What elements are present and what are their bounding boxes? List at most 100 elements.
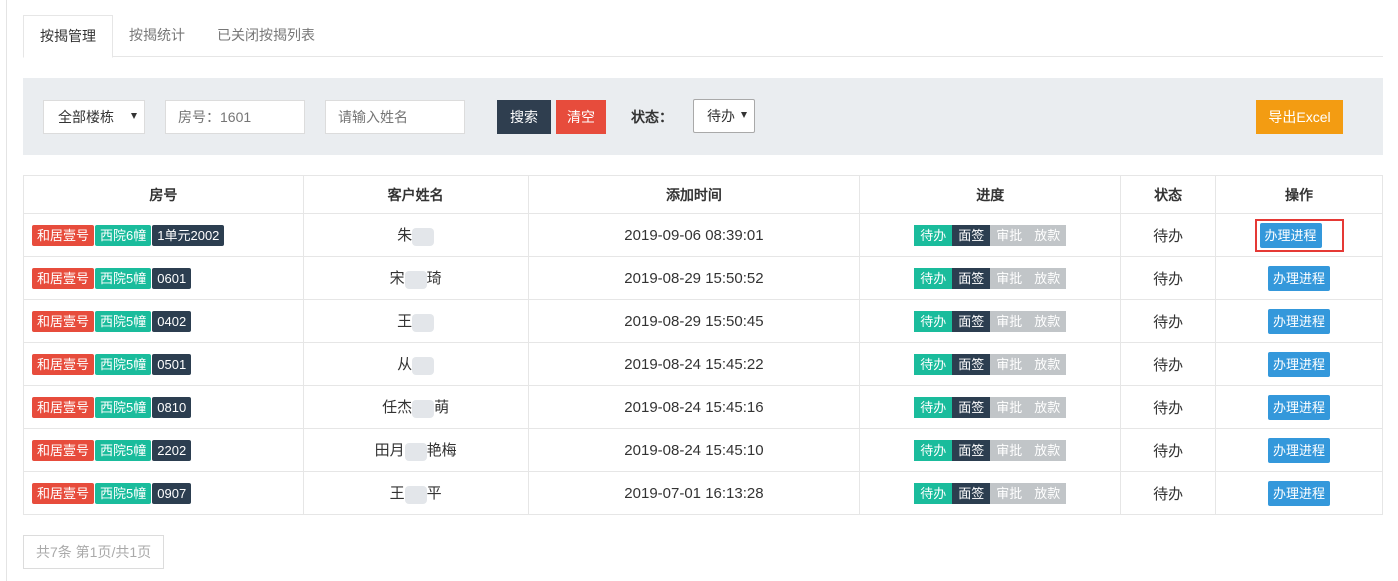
project-tag: 和居壹号 — [32, 482, 95, 504]
unit-tag: 0810 — [152, 396, 192, 418]
column-header-added-time: 添加时间 — [527, 175, 861, 214]
clear-button[interactable]: 清空 — [556, 100, 606, 134]
unit-tag: 0601 — [152, 267, 192, 289]
room-cell: 和居壹号 西院5幢 0810 — [23, 385, 304, 429]
status-filter-label: 状态： — [631, 109, 673, 125]
mortgage-table: 房号 客户姓名 添加时间 进度 状态 操作 和居壹号 西院6幢 1单元2002 朱 20… — [23, 175, 1383, 515]
table-row: 和居壹号 西院5幢 2202 田月 艳梅 2019-08-24 15:45:10 待办 面签审… — [23, 428, 1383, 472]
table-row: 和居壹号 西院5幢 0601 宋琦 2019-08-29 15:50:52 待办 面签 审批放… — [23, 256, 1383, 300]
column-header-actions: 操作 — [1215, 175, 1383, 214]
process-button[interactable]: 办理进程 — [1268, 394, 1331, 420]
status-cell: 待办 — [1120, 385, 1217, 429]
progress-step-pending: 待办 — [914, 267, 953, 289]
customer-name-visible-part: 朱 — [397, 227, 413, 245]
progress-step-signing: 面签 — [952, 353, 991, 375]
process-button[interactable]: 办理进程 — [1268, 480, 1331, 506]
caret-down-icon — [741, 112, 747, 118]
progress-step-approval: 审批 — [990, 224, 1029, 246]
action-wrap: 办理进程 — [1264, 261, 1334, 296]
status-cell: 待办 — [1120, 428, 1217, 472]
building-tag: 西院5幢 — [95, 482, 152, 504]
column-header-room: 房号 — [23, 175, 304, 214]
progress-steps: 待办 面签 审批 放款 — [914, 310, 1067, 332]
process-button[interactable]: 办理进程 — [1268, 265, 1331, 291]
building-select[interactable]: 全部楼栋 — [43, 100, 145, 134]
progress-step-approval: 审批 — [990, 482, 1029, 504]
progress-cell: 待办 面签 审批 放款 — [859, 385, 1122, 429]
progress-cell: 待办 面签 审批 放款 — [859, 213, 1122, 257]
progress-step-signing: 面签 — [952, 396, 991, 418]
progress-steps: 待办 面签 审批 放款 — [914, 224, 1067, 246]
progress-step-approval: 审批 — [990, 396, 1029, 418]
tab-mortgage-management[interactable]: 按揭管理 — [23, 15, 113, 58]
unit-tag: 0501 — [152, 353, 192, 375]
actions-cell: 办理进程 — [1215, 471, 1383, 515]
highlight-box: 办理进程 — [1254, 218, 1344, 252]
progress-cell: 待办 面签 审批 放款 — [859, 428, 1122, 472]
export-excel-button[interactable]: 导出Excel — [1256, 100, 1343, 134]
tab-closed-mortgage-list[interactable]: 已关闭按揭列表 — [201, 15, 331, 57]
customer-name-visible-part: 田月 — [374, 442, 405, 460]
customer-name-visible-part: 从 — [397, 356, 413, 374]
tab-mortgage-statistics[interactable]: 按揭统计 — [113, 15, 201, 57]
filter-bar: 全部楼栋 搜索 清空 状态： 待办 导出Excel — [23, 78, 1383, 155]
redaction-blur — [412, 356, 435, 375]
status-select[interactable]: 待办 — [693, 99, 755, 133]
unit-tag: 0402 — [152, 310, 192, 332]
caret-down-icon — [131, 113, 137, 119]
progress-step-loan: 放款 — [1028, 482, 1067, 504]
process-button[interactable]: 办理进程 — [1268, 437, 1331, 463]
table-header-row: 房号 客户姓名 添加时间 进度 状态 操作 — [23, 175, 1383, 214]
customer-name-visible-part: 王 — [397, 313, 413, 331]
progress-step-pending: 待办 — [914, 310, 953, 332]
pagination-info: 共7条 第1页/共1页 — [23, 535, 165, 569]
redaction-blur — [404, 442, 427, 461]
status-cell: 待办 — [1120, 256, 1217, 300]
room-cell: 和居壹号 西院5幢 0601 — [23, 256, 304, 300]
action-wrap: 办理进程 — [1264, 347, 1334, 382]
added-time-cell: 2019-07-01 16:13:28 — [527, 471, 861, 515]
customer-name-visible-part: 艳梅 — [426, 442, 457, 460]
status-cell: 待办 — [1120, 299, 1217, 343]
process-button[interactable]: 办理进程 — [1259, 222, 1322, 248]
added-time-cell: 2019-08-24 15:45:22 — [527, 342, 861, 386]
customer-name-visible-part: 琦 — [426, 270, 442, 288]
project-tag: 和居壹号 — [32, 353, 95, 375]
process-button[interactable]: 办理进程 — [1268, 308, 1331, 334]
customer-name-cell: 王平 — [302, 471, 529, 515]
customer-name-visible-part: 宋 — [389, 270, 405, 288]
table-row: 和居壹号 西院5幢 0402 王 2019-08-29 15:50:45 待办 面签 审批 放款… — [23, 299, 1383, 343]
room-cell: 和居壹号 西院5幢 2202 — [23, 428, 304, 472]
building-tag: 西院5幢 — [95, 353, 152, 375]
status-select-value: 待办 — [707, 108, 735, 124]
process-button[interactable]: 办理进程 — [1268, 351, 1331, 377]
customer-name-cell: 宋琦 — [302, 256, 529, 300]
added-time-cell: 2019-09-06 08:39:01 — [527, 213, 861, 257]
customer-name-input[interactable] — [325, 100, 465, 134]
progress-step-loan: 放款 — [1028, 310, 1067, 332]
added-time-cell: 2019-08-24 15:45:10 — [527, 428, 861, 472]
progress-step-loan: 放款 — [1028, 353, 1067, 375]
customer-name-visible-part: 萌 — [434, 399, 450, 417]
progress-step-loan: 放款 — [1028, 224, 1067, 246]
building-tag: 西院5幢 — [95, 310, 152, 332]
progress-step-loan: 放款 — [1028, 267, 1067, 289]
progress-step-pending: 待办 — [914, 439, 953, 461]
action-wrap: 办理进程 — [1264, 433, 1334, 468]
room-number-input[interactable] — [165, 100, 305, 134]
building-tag: 西院5幢 — [95, 267, 152, 289]
project-tag: 和居壹号 — [32, 224, 95, 246]
progress-cell: 待办 面签 审批 放款 — [859, 342, 1122, 386]
redaction-blur — [412, 313, 435, 332]
progress-step-approval: 审批 — [990, 310, 1029, 332]
progress-step-signing: 面签 — [952, 267, 991, 289]
search-button[interactable]: 搜索 — [497, 100, 551, 134]
building-tag: 西院5幢 — [95, 439, 152, 461]
progress-steps: 待办 面签 审批 放款 — [914, 396, 1067, 418]
customer-name-cell: 王 — [302, 299, 529, 343]
project-tag: 和居壹号 — [32, 267, 95, 289]
customer-name-cell: 朱 — [302, 213, 529, 257]
progress-step-pending: 待办 — [914, 353, 953, 375]
progress-step-pending: 待办 — [914, 224, 953, 246]
added-time-cell: 2019-08-24 15:45:16 — [527, 385, 861, 429]
